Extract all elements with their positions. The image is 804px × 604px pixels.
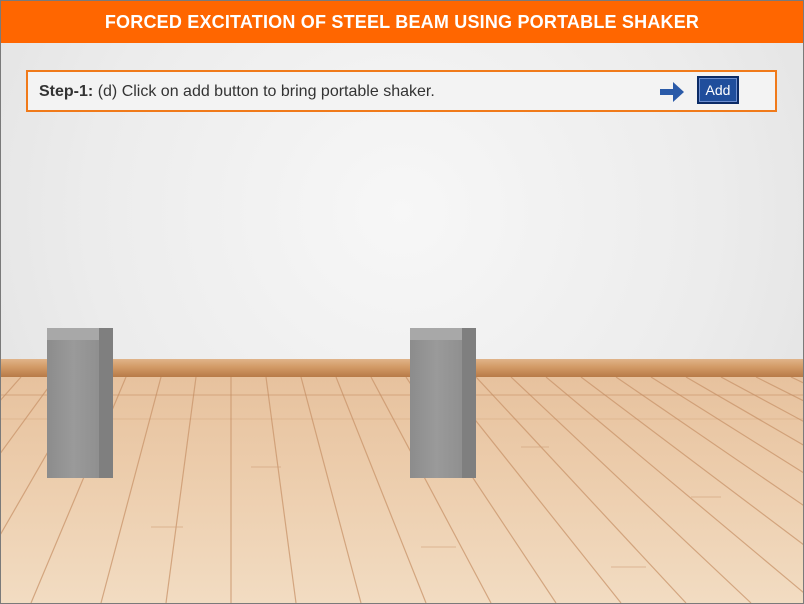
page-title: FORCED EXCITATION OF STEEL BEAM USING PO…	[1, 1, 803, 43]
step-label: Step-1:	[39, 83, 94, 100]
wooden-floor	[1, 377, 803, 603]
right-support-block	[410, 328, 476, 478]
add-button[interactable]: Add	[697, 76, 739, 104]
arrow-right-icon	[660, 82, 684, 102]
simulation-frame: FORCED EXCITATION OF STEEL BEAM USING PO…	[0, 0, 804, 604]
step-instruction-box: Step-1: (d) Click on add button to bring…	[26, 70, 777, 112]
wall-skirting	[1, 359, 803, 377]
left-support-block	[47, 328, 113, 478]
step-instruction-text: (d) Click on add button to bring portabl…	[97, 83, 435, 100]
step-instruction: Step-1: (d) Click on add button to bring…	[39, 72, 435, 112]
